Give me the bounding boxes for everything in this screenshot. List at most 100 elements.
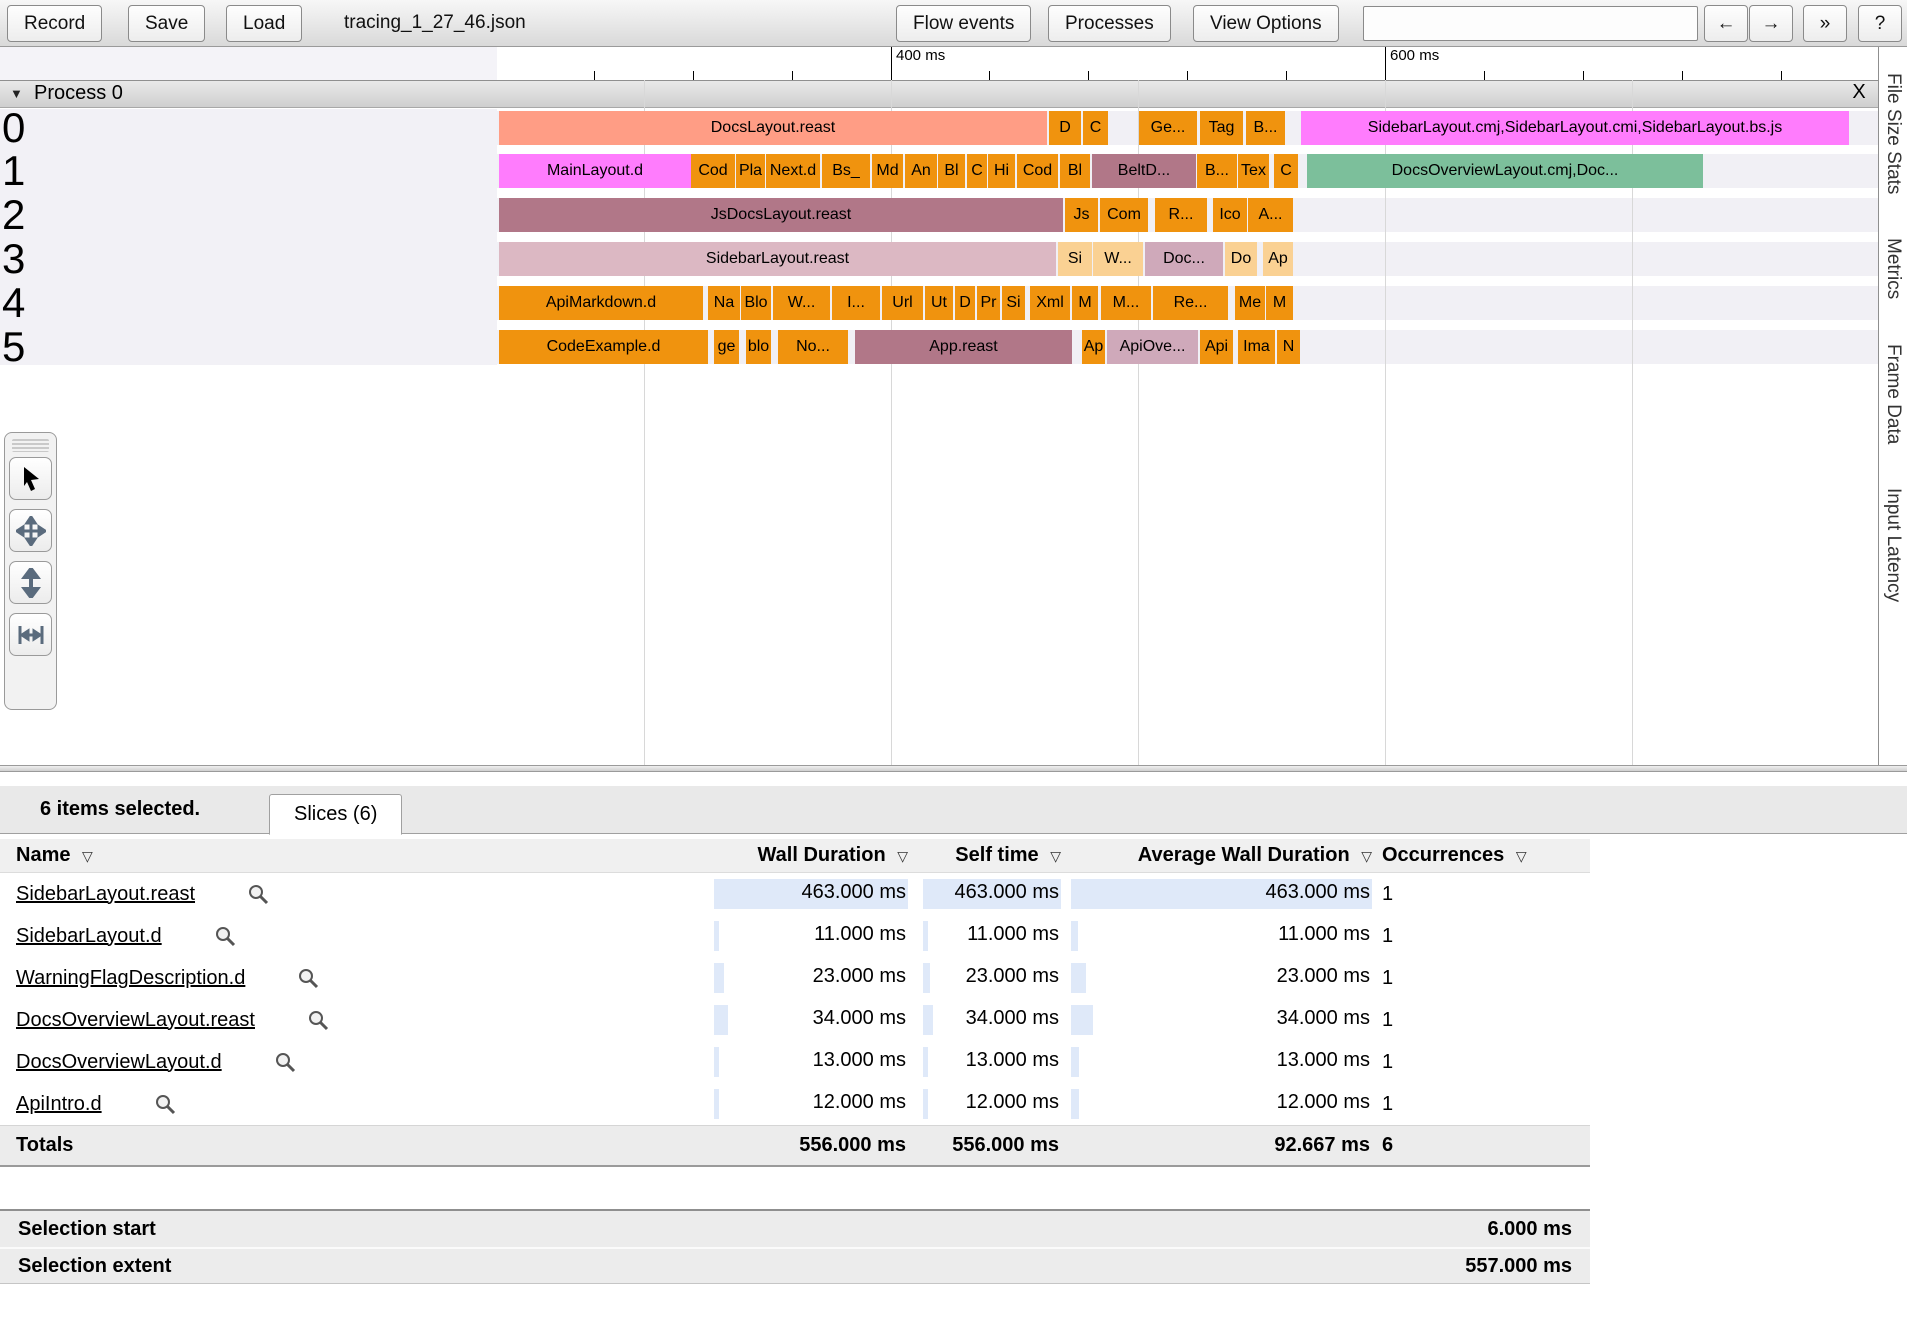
sidebar-tab-frame-data[interactable]: Frame Data [1879, 344, 1907, 444]
processes-button[interactable]: Processes [1048, 5, 1171, 42]
trace-slice[interactable]: Js [1065, 198, 1098, 232]
column-header-occurrences[interactable]: Occurrences ▽ [1372, 844, 1590, 867]
trace-slice[interactable]: Bl [1060, 154, 1090, 188]
trace-slice[interactable]: R... [1155, 198, 1207, 232]
column-header-name[interactable]: Name ▽ [0, 844, 714, 867]
magnifier-icon[interactable] [154, 1093, 177, 1116]
sidebar-tab-file-size-stats[interactable]: File Size Stats [1879, 73, 1907, 194]
trace-slice[interactable]: Me [1235, 286, 1265, 320]
trace-slice[interactable]: Blo [741, 286, 771, 320]
trace-slice[interactable]: Re... [1153, 286, 1228, 320]
trace-slice[interactable]: Si [1002, 286, 1025, 320]
trace-slice[interactable]: N [1277, 330, 1300, 364]
trace-slice[interactable]: blo [746, 330, 771, 364]
trace-slice[interactable]: I... [832, 286, 880, 320]
trace-slice[interactable]: C [967, 154, 987, 188]
record-button[interactable]: Record [7, 5, 102, 42]
collapse-caret-icon[interactable]: ▼ [10, 86, 23, 101]
trace-slice[interactable]: Hi [988, 154, 1015, 188]
sort-icon[interactable]: ▽ [82, 848, 93, 864]
trace-slice[interactable]: App.reast [855, 330, 1072, 364]
trace-slice[interactable]: DocsOverviewLayout.cmj,Doc... [1307, 154, 1703, 188]
trace-slice[interactable]: Com [1100, 198, 1148, 232]
pan-tool-button[interactable] [9, 509, 52, 552]
slice-name-link[interactable]: DocsOverviewLayout.reast [16, 1009, 255, 1032]
trace-slice[interactable]: Ut [925, 286, 953, 320]
sidebar-tab-input-latency[interactable]: Input Latency [1879, 488, 1907, 602]
trace-slice[interactable]: Ge... [1139, 111, 1197, 145]
find-previous-button[interactable]: ← [1704, 5, 1748, 42]
trace-slice[interactable]: DocsLayout.reast [499, 111, 1047, 145]
close-process-button[interactable]: X [1846, 81, 1872, 104]
trace-slice[interactable]: Api [1200, 330, 1233, 364]
sort-icon[interactable]: ▽ [1516, 848, 1527, 864]
magnifier-icon[interactable] [274, 1051, 297, 1074]
timing-tool-button[interactable] [9, 613, 52, 656]
more-button[interactable]: » [1803, 5, 1847, 42]
search-input[interactable] [1363, 6, 1698, 41]
trace-slice[interactable]: Na [708, 286, 740, 320]
trace-slice[interactable]: ApiMarkdown.d [499, 286, 703, 320]
trace-slice[interactable]: Ima [1238, 330, 1275, 364]
trace-slice[interactable]: M [1072, 286, 1098, 320]
trace-slice[interactable]: Url [882, 286, 923, 320]
tab-slices[interactable]: Slices (6) [269, 794, 402, 835]
trace-slice[interactable]: Doc... [1145, 242, 1223, 276]
view-options-button[interactable]: View Options [1193, 5, 1339, 42]
find-next-button[interactable]: → [1749, 5, 1793, 42]
save-button[interactable]: Save [128, 5, 205, 42]
trace-slice[interactable]: Ico [1213, 198, 1247, 232]
sidebar-tab-metrics[interactable]: Metrics [1879, 238, 1907, 299]
trace-slice[interactable]: Tex [1238, 154, 1269, 188]
flow-events-button[interactable]: Flow events [896, 5, 1031, 42]
trace-slice[interactable]: BeltD... [1092, 154, 1196, 188]
magnifier-icon[interactable] [307, 1009, 330, 1032]
trace-slice[interactable]: Next.d [766, 154, 820, 188]
trace-slice[interactable]: Tag [1200, 111, 1243, 145]
zoom-tool-button[interactable] [9, 561, 52, 604]
trace-slice[interactable]: SidebarLayout.cmj,SidebarLayout.cmi,Side… [1301, 111, 1849, 145]
load-button[interactable]: Load [226, 5, 302, 42]
sort-icon[interactable]: ▽ [897, 848, 908, 864]
trace-slice[interactable]: B... [1246, 111, 1285, 145]
trace-slice[interactable]: Ap [1263, 242, 1293, 276]
palette-grip[interactable] [12, 439, 49, 452]
trace-slice[interactable]: B... [1197, 154, 1237, 188]
column-header-average-wall-duration[interactable]: Average Wall Duration ▽ [1061, 844, 1372, 867]
slice-name-link[interactable]: DocsOverviewLayout.d [16, 1051, 222, 1074]
magnifier-icon[interactable] [297, 967, 320, 990]
selection-tool-button[interactable] [9, 457, 52, 500]
trace-slice[interactable]: ApiOve... [1107, 330, 1198, 364]
trace-slice[interactable]: CodeExample.d [499, 330, 708, 364]
trace-slice[interactable]: JsDocsLayout.reast [499, 198, 1063, 232]
trace-slice[interactable]: MainLayout.d [499, 154, 691, 188]
trace-slice[interactable]: Cod [1017, 154, 1058, 188]
slice-name-link[interactable]: SidebarLayout.reast [16, 883, 195, 906]
horizontal-splitter[interactable] [0, 765, 1907, 772]
trace-slice[interactable]: D [1049, 111, 1081, 145]
trace-slice[interactable]: C [1274, 154, 1298, 188]
trace-slice[interactable]: Cod [691, 154, 735, 188]
column-header-wall-duration[interactable]: Wall Duration ▽ [714, 844, 908, 867]
magnifier-icon[interactable] [214, 925, 237, 948]
trace-slice[interactable]: Pla [736, 154, 765, 188]
trace-slice[interactable]: W... [1093, 242, 1143, 276]
slice-name-link[interactable]: SidebarLayout.d [16, 925, 162, 948]
trace-slice[interactable]: W... [773, 286, 830, 320]
slice-name-link[interactable]: ApiIntro.d [16, 1093, 102, 1116]
trace-slice[interactable]: Xml [1030, 286, 1070, 320]
timeline-area[interactable]: ▼ Process 0 X 0DocsLayout.reastDCGe...Ta… [0, 80, 1878, 765]
trace-slice[interactable]: C [1083, 111, 1108, 145]
trace-slice[interactable]: Si [1058, 242, 1092, 276]
trace-slice[interactable]: Bl [938, 154, 965, 188]
trace-slice[interactable]: Md [872, 154, 903, 188]
trace-slice[interactable]: Ap [1082, 330, 1105, 364]
trace-slice[interactable]: Pr [977, 286, 1000, 320]
sort-icon[interactable]: ▽ [1361, 848, 1372, 864]
help-button[interactable]: ? [1858, 5, 1902, 42]
trace-slice[interactable]: D [955, 286, 975, 320]
trace-slice[interactable]: Do [1225, 242, 1257, 276]
column-header-self-time[interactable]: Self time ▽ [908, 844, 1061, 867]
sort-icon[interactable]: ▽ [1050, 848, 1061, 864]
trace-slice[interactable]: A... [1248, 198, 1293, 232]
